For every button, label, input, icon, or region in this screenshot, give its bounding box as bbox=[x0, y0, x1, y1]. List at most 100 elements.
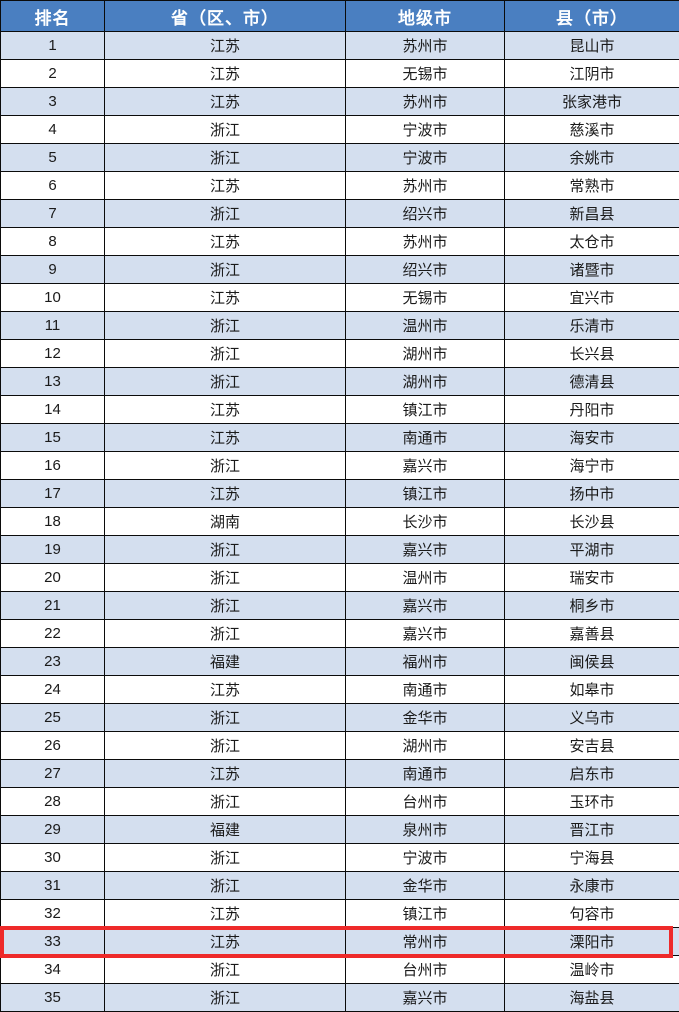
cell-province: 浙江 bbox=[105, 368, 346, 396]
column-header-county: 县（市） bbox=[505, 1, 679, 32]
table-row: 1江苏苏州市昆山市 bbox=[1, 32, 679, 60]
cell-city: 金华市 bbox=[346, 872, 505, 900]
cell-province: 浙江 bbox=[105, 564, 346, 592]
cell-rank: 30 bbox=[1, 844, 105, 872]
table-row: 16浙江嘉兴市海宁市 bbox=[1, 452, 679, 480]
cell-province: 江苏 bbox=[105, 60, 346, 88]
cell-city: 镇江市 bbox=[346, 480, 505, 508]
cell-rank: 16 bbox=[1, 452, 105, 480]
cell-rank: 22 bbox=[1, 620, 105, 648]
table-row: 25浙江金华市义乌市 bbox=[1, 704, 679, 732]
cell-county: 长兴县 bbox=[505, 340, 679, 368]
table-row: 33江苏常州市溧阳市 bbox=[1, 928, 679, 956]
cell-city: 嘉兴市 bbox=[346, 592, 505, 620]
cell-rank: 2 bbox=[1, 60, 105, 88]
cell-rank: 21 bbox=[1, 592, 105, 620]
cell-county: 启东市 bbox=[505, 760, 679, 788]
cell-rank: 35 bbox=[1, 984, 105, 1012]
cell-province: 江苏 bbox=[105, 396, 346, 424]
table-row: 10江苏无锡市宜兴市 bbox=[1, 284, 679, 312]
header-row: 排名 省（区、市） 地级市 县（市） bbox=[1, 1, 679, 32]
cell-city: 苏州市 bbox=[346, 32, 505, 60]
cell-county: 海盐县 bbox=[505, 984, 679, 1012]
cell-county: 平湖市 bbox=[505, 536, 679, 564]
cell-province: 江苏 bbox=[105, 424, 346, 452]
cell-province: 浙江 bbox=[105, 872, 346, 900]
cell-province: 浙江 bbox=[105, 452, 346, 480]
cell-city: 镇江市 bbox=[346, 900, 505, 928]
cell-rank: 6 bbox=[1, 172, 105, 200]
cell-province: 浙江 bbox=[105, 200, 346, 228]
cell-rank: 28 bbox=[1, 788, 105, 816]
cell-rank: 26 bbox=[1, 732, 105, 760]
table-body: 1江苏苏州市昆山市2江苏无锡市江阴市3江苏苏州市张家港市4浙江宁波市慈溪市5浙江… bbox=[1, 32, 679, 1012]
cell-city: 绍兴市 bbox=[346, 200, 505, 228]
cell-city: 镇江市 bbox=[346, 396, 505, 424]
table-row: 31浙江金华市永康市 bbox=[1, 872, 679, 900]
cell-rank: 15 bbox=[1, 424, 105, 452]
cell-city: 无锡市 bbox=[346, 284, 505, 312]
cell-county: 常熟市 bbox=[505, 172, 679, 200]
cell-city: 台州市 bbox=[346, 788, 505, 816]
column-header-city: 地级市 bbox=[346, 1, 505, 32]
cell-province: 浙江 bbox=[105, 536, 346, 564]
cell-county: 张家港市 bbox=[505, 88, 679, 116]
cell-city: 嘉兴市 bbox=[346, 984, 505, 1012]
cell-county: 新昌县 bbox=[505, 200, 679, 228]
table-row: 34浙江台州市温岭市 bbox=[1, 956, 679, 984]
cell-county: 瑞安市 bbox=[505, 564, 679, 592]
cell-province: 江苏 bbox=[105, 676, 346, 704]
cell-rank: 17 bbox=[1, 480, 105, 508]
cell-city: 苏州市 bbox=[346, 172, 505, 200]
cell-rank: 5 bbox=[1, 144, 105, 172]
cell-city: 嘉兴市 bbox=[346, 536, 505, 564]
cell-province: 江苏 bbox=[105, 928, 346, 956]
cell-rank: 1 bbox=[1, 32, 105, 60]
cell-rank: 12 bbox=[1, 340, 105, 368]
cell-city: 嘉兴市 bbox=[346, 452, 505, 480]
cell-province: 福建 bbox=[105, 816, 346, 844]
cell-rank: 27 bbox=[1, 760, 105, 788]
cell-county: 德清县 bbox=[505, 368, 679, 396]
cell-rank: 33 bbox=[1, 928, 105, 956]
table-row: 30浙江宁波市宁海县 bbox=[1, 844, 679, 872]
cell-province: 浙江 bbox=[105, 704, 346, 732]
table-row: 29福建泉州市晋江市 bbox=[1, 816, 679, 844]
table-row: 17江苏镇江市扬中市 bbox=[1, 480, 679, 508]
cell-city: 苏州市 bbox=[346, 228, 505, 256]
table-row: 9浙江绍兴市诸暨市 bbox=[1, 256, 679, 284]
cell-province: 湖南 bbox=[105, 508, 346, 536]
table-row: 24江苏南通市如皋市 bbox=[1, 676, 679, 704]
table-row: 6江苏苏州市常熟市 bbox=[1, 172, 679, 200]
cell-county: 海宁市 bbox=[505, 452, 679, 480]
cell-city: 南通市 bbox=[346, 676, 505, 704]
cell-county: 江阴市 bbox=[505, 60, 679, 88]
cell-province: 浙江 bbox=[105, 592, 346, 620]
cell-rank: 13 bbox=[1, 368, 105, 396]
cell-county: 宁海县 bbox=[505, 844, 679, 872]
cell-county: 温岭市 bbox=[505, 956, 679, 984]
cell-rank: 20 bbox=[1, 564, 105, 592]
table-row: 13浙江湖州市德清县 bbox=[1, 368, 679, 396]
cell-province: 浙江 bbox=[105, 732, 346, 760]
cell-city: 绍兴市 bbox=[346, 256, 505, 284]
cell-city: 常州市 bbox=[346, 928, 505, 956]
cell-county: 玉环市 bbox=[505, 788, 679, 816]
cell-province: 江苏 bbox=[105, 228, 346, 256]
table-row: 3江苏苏州市张家港市 bbox=[1, 88, 679, 116]
cell-rank: 32 bbox=[1, 900, 105, 928]
column-header-rank: 排名 bbox=[1, 1, 105, 32]
table-row: 8江苏苏州市太仓市 bbox=[1, 228, 679, 256]
cell-province: 浙江 bbox=[105, 620, 346, 648]
cell-city: 温州市 bbox=[346, 312, 505, 340]
cell-rank: 4 bbox=[1, 116, 105, 144]
cell-province: 浙江 bbox=[105, 788, 346, 816]
cell-rank: 18 bbox=[1, 508, 105, 536]
cell-province: 江苏 bbox=[105, 88, 346, 116]
cell-province: 江苏 bbox=[105, 284, 346, 312]
cell-province: 浙江 bbox=[105, 312, 346, 340]
table-row: 15江苏南通市海安市 bbox=[1, 424, 679, 452]
cell-province: 福建 bbox=[105, 648, 346, 676]
cell-province: 江苏 bbox=[105, 480, 346, 508]
cell-rank: 10 bbox=[1, 284, 105, 312]
